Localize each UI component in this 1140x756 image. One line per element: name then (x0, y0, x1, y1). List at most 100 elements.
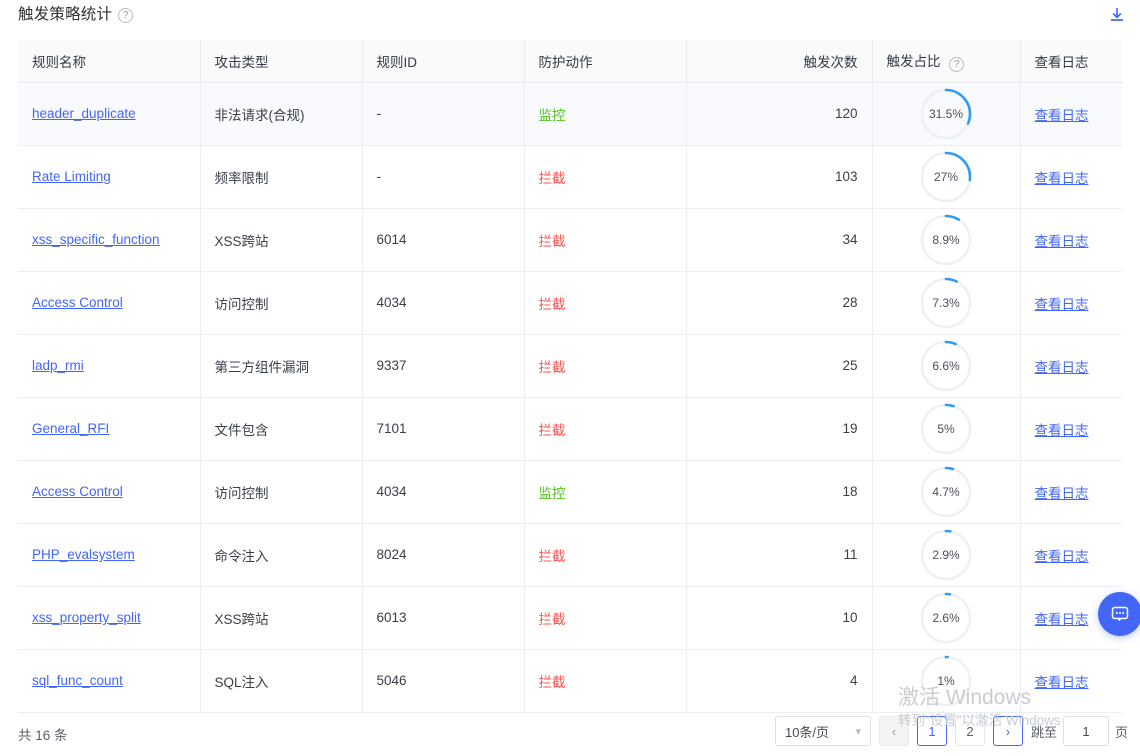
cell-view-log: 查看日志 (1020, 145, 1122, 209)
cell-action: 拦截 (524, 397, 687, 461)
rule-name-link[interactable]: ladp_rmi (32, 358, 84, 373)
action-tag-monitor[interactable]: 监控 (539, 486, 566, 501)
page-size-value: 10条/页 (784, 724, 830, 740)
action-tag-block[interactable]: 拦截 (539, 423, 566, 438)
cell-trigger-count: 34 (686, 208, 873, 272)
ratio-percent-label: 27% (933, 169, 959, 184)
action-tag-block[interactable]: 拦截 (539, 675, 566, 690)
action-tag-block[interactable]: 拦截 (539, 171, 566, 186)
cell-trigger-ratio: 2.6% (872, 586, 1021, 650)
cell-rule-id: 8024 (362, 523, 525, 587)
cell-rule-name: General_RFI (18, 397, 201, 461)
rule-name-link[interactable]: header_duplicate (32, 106, 136, 121)
table-head: 规则名称 攻击类型 规则ID 防护动作 触发次数 触发占比 ? 查看日志 (18, 40, 1122, 83)
stats-table-container: 规则名称 攻击类型 规则ID 防护动作 触发次数 触发占比 ? 查看日志 hea… (18, 40, 1122, 713)
cell-action: 拦截 (524, 586, 687, 650)
action-tag-block[interactable]: 拦截 (539, 612, 566, 627)
view-log-link[interactable]: 查看日志 (1035, 360, 1089, 375)
rule-name-link[interactable]: sql_func_count (32, 673, 123, 688)
col-header-attack-type: 攻击类型 (200, 40, 363, 83)
rule-name-link[interactable]: xss_property_split (32, 610, 141, 625)
page-title: 触发策略统计 (18, 6, 113, 23)
cell-rule-name: xss_property_split (18, 586, 201, 650)
ratio-progress-ring: 2.9% (919, 528, 973, 582)
cell-rule-id: 6013 (362, 586, 525, 650)
col-header-rule-id: 规则ID (362, 40, 525, 83)
ratio-question-circle-icon[interactable]: ? (949, 56, 965, 72)
cell-view-log: 查看日志 (1020, 523, 1122, 587)
table-row: xss_specific_function XSS跨站 6014 拦截 34 8.9% 查看… (18, 208, 1122, 272)
view-log-link[interactable]: 查看日志 (1035, 234, 1089, 249)
action-tag-monitor[interactable]: 监控 (539, 108, 566, 123)
ratio-percent-label: 1% (937, 673, 955, 688)
cell-attack-type: 文件包含 (200, 397, 363, 461)
cell-view-log: 查看日志 (1020, 649, 1122, 713)
table-body: header_duplicate 非法请求(合规) - 监控 120 31.5% 查看日志 R… (18, 82, 1122, 713)
col-header-count: 触发次数 (686, 40, 873, 83)
view-log-link[interactable]: 查看日志 (1035, 675, 1089, 690)
ratio-progress-ring: 27% (919, 150, 973, 204)
pagination-next-button[interactable]: › (992, 716, 1023, 746)
page-size-select[interactable]: 10条/页 ▾ (774, 716, 871, 746)
cell-trigger-ratio: 5% (872, 397, 1021, 461)
view-log-link[interactable]: 查看日志 (1035, 612, 1089, 627)
cell-attack-type: 频率限制 (200, 145, 363, 209)
view-log-link[interactable]: 查看日志 (1035, 486, 1089, 501)
view-log-link[interactable]: 查看日志 (1035, 171, 1089, 186)
question-circle-icon[interactable]: ? (118, 7, 134, 23)
cell-trigger-ratio: 27% (872, 145, 1021, 209)
table-row: ladp_rmi 第三方组件漏洞 9337 拦截 25 6.6% 查看日志 (18, 334, 1122, 398)
cell-trigger-ratio: 31.5% (872, 82, 1021, 146)
rule-name-link[interactable]: Rate Limiting (32, 169, 111, 184)
page-header: 触发策略统计 ? (0, 0, 1140, 38)
col-header-ratio: 触发占比 ? (872, 40, 1021, 83)
action-tag-block[interactable]: 拦截 (539, 234, 566, 249)
col-header-log: 查看日志 (1020, 40, 1122, 83)
view-log-link[interactable]: 查看日志 (1035, 108, 1089, 123)
pagination-page-2[interactable]: 2 (954, 716, 985, 746)
cell-attack-type: 访问控制 (200, 271, 363, 335)
cell-trigger-ratio: 2.9% (872, 523, 1021, 587)
page-unit-label: 页 (1114, 724, 1128, 740)
action-tag-block[interactable]: 拦截 (539, 549, 566, 564)
cell-trigger-ratio: 6.6% (872, 334, 1021, 398)
cell-action: 拦截 (524, 271, 687, 335)
view-log-link[interactable]: 查看日志 (1035, 297, 1089, 312)
cell-trigger-count: 10 (686, 586, 873, 650)
table-footer: 共 16 条 10条/页 ▾ ‹ 1 2 › 跳至 页 (0, 704, 1140, 756)
jump-page-input[interactable] (1062, 716, 1109, 746)
rule-name-link[interactable]: Access Control (32, 295, 123, 310)
pagination-prev-button[interactable]: ‹ (878, 716, 909, 746)
rule-name-link[interactable]: xss_specific_function (32, 232, 160, 247)
cell-attack-type: 命令注入 (200, 523, 363, 587)
cell-action: 拦截 (524, 208, 687, 272)
trigger-policy-table: 规则名称 攻击类型 规则ID 防护动作 触发次数 触发占比 ? 查看日志 hea… (18, 40, 1122, 713)
table-row: xss_property_split XSS跨站 6013 拦截 10 2.6% 查看日志 (18, 586, 1122, 650)
rule-name-link[interactable]: Access Control (32, 484, 123, 499)
download-icon[interactable] (1106, 4, 1128, 26)
action-tag-block[interactable]: 拦截 (539, 297, 566, 312)
ratio-percent-label: 31.5% (928, 106, 964, 121)
cell-trigger-count: 19 (686, 397, 873, 461)
cell-trigger-ratio: 8.9% (872, 208, 1021, 272)
ratio-progress-ring: 1% (919, 654, 973, 708)
col-header-ratio-label: 触发占比 (886, 53, 941, 69)
action-tag-block[interactable]: 拦截 (539, 360, 566, 375)
title-group: 触发策略统计 ? (18, 4, 134, 26)
cell-attack-type: XSS跨站 (200, 586, 363, 650)
table-row: Rate Limiting 频率限制 - 拦截 103 27% 查看日志 (18, 145, 1122, 209)
ratio-percent-label: 7.3% (932, 295, 960, 310)
cell-attack-type: SQL注入 (200, 649, 363, 713)
col-header-action: 防护动作 (524, 40, 687, 83)
pagination-page-1[interactable]: 1 (916, 716, 947, 746)
rule-name-link[interactable]: PHP_evalsystem (32, 547, 135, 562)
cell-trigger-count: 11 (686, 523, 873, 587)
view-log-link[interactable]: 查看日志 (1035, 423, 1089, 438)
col-header-rule-name: 规则名称 (18, 40, 201, 83)
chat-bubble-icon[interactable] (1098, 592, 1140, 636)
rule-name-link[interactable]: General_RFI (32, 421, 109, 436)
jump-label: 跳至 (1030, 724, 1057, 740)
cell-trigger-count: 25 (686, 334, 873, 398)
view-log-link[interactable]: 查看日志 (1035, 549, 1089, 564)
table-row: PHP_evalsystem 命令注入 8024 拦截 11 2.9% 查看日志 (18, 523, 1122, 587)
